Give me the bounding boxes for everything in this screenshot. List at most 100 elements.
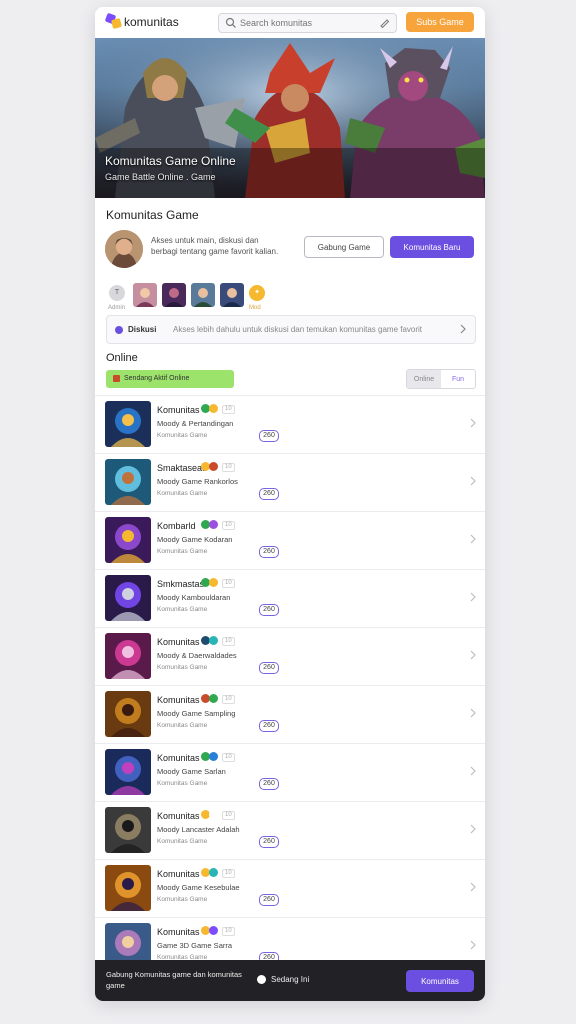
game-thumbnail-image [105, 633, 151, 679]
status-dot-icon [257, 975, 266, 985]
game-tag: 10 [222, 869, 235, 878]
game-thumbnail[interactable] [105, 575, 151, 621]
moderator-badge-icon[interactable]: ✦ [249, 285, 265, 301]
game-category: Komunitas Game [157, 490, 208, 497]
member-avatar[interactable] [162, 283, 186, 307]
notice-title: Diskusi [128, 325, 157, 334]
member-count-badge: 260 [259, 836, 279, 848]
game-description: Moody Lancaster Adalah [157, 825, 240, 834]
member-count-badge: 260 [259, 894, 279, 906]
logo[interactable]: komunitas [104, 12, 179, 30]
chevron-right-icon [470, 882, 476, 892]
notice-dot-icon [115, 326, 123, 334]
member-role-label: Mod [249, 305, 261, 311]
game-tag: 10 [222, 695, 235, 704]
member-avatar-image [162, 283, 186, 307]
search-box[interactable] [218, 13, 397, 33]
game-row[interactable]: Smkmastas 10 Moody Kambouldaran Komunita… [95, 569, 485, 627]
game-thumbnail[interactable] [105, 691, 151, 737]
game-category: Komunitas Game [157, 432, 208, 439]
game-thumbnail-image [105, 807, 151, 853]
game-category: Komunitas Game [157, 722, 208, 729]
member-avatar[interactable] [191, 283, 215, 307]
member-avatar[interactable] [133, 283, 157, 307]
logo-icon [104, 12, 123, 30]
member-role-label: Admin [108, 305, 126, 311]
game-description: Moody & Pertandingan [157, 419, 234, 428]
member-avatar-image [220, 283, 244, 307]
game-row[interactable]: Komunitas 10 Moody & Pertandingan Komuni… [95, 395, 485, 453]
game-row[interactable]: Komunitas 10 Moody Lancaster Adalah Komu… [95, 801, 485, 859]
game-description: Moody Game Sampling [157, 709, 236, 718]
game-thumbnail[interactable] [105, 633, 151, 679]
game-tag: 10 [222, 405, 235, 414]
member-count-badge: 260 [259, 662, 279, 674]
game-thumbnail[interactable] [105, 749, 151, 795]
hero-banner[interactable]: Komunitas Game Online Game Battle Online… [95, 38, 485, 198]
subscribe-button[interactable]: Subs Game [406, 12, 474, 32]
chevron-right-icon [460, 324, 466, 334]
game-row[interactable]: Komunitas 10 Moody Game Sarlan Komunitas… [95, 743, 485, 801]
badge-icon [209, 810, 218, 819]
online-title: Online [106, 352, 138, 364]
badge-icon [209, 636, 218, 645]
search-input[interactable] [240, 18, 370, 28]
filter-segment: Online Fun [406, 369, 476, 389]
game-tag: 10 [222, 811, 235, 820]
bottom-status[interactable]: Sedang Ini [257, 975, 310, 985]
join-game-button[interactable]: Gabung Game [304, 236, 384, 258]
game-description: Moody & Daerwaldades [157, 651, 237, 660]
badge-icon [209, 752, 218, 761]
notice-text: Akses lebih dahulu untuk diskusi dan tem… [173, 325, 423, 334]
game-description: Moody Game Kesebulae [157, 883, 240, 892]
game-row[interactable]: Smaktaseat 10 Moody Game Rankorlos Komun… [95, 453, 485, 511]
game-thumbnail[interactable] [105, 807, 151, 853]
new-community-button[interactable]: Komunitas Baru [390, 236, 474, 258]
game-description: Moody Kambouldaran [157, 593, 231, 602]
member-avatar-image [133, 283, 157, 307]
app-card: komunitas Subs Game [95, 7, 485, 1001]
community-avatar[interactable] [105, 230, 143, 268]
game-description: Game 3D Game Sarra [157, 941, 233, 950]
community-button[interactable]: Komunitas [406, 970, 474, 992]
segment-online[interactable]: Online [407, 370, 441, 388]
game-description: Moody Game Sarlan [157, 767, 226, 776]
notice-bar[interactable]: Diskusi Akses lebih dahulu untuk diskusi… [106, 315, 476, 344]
chevron-right-icon [470, 476, 476, 486]
game-thumbnail-image [105, 401, 151, 447]
segment-fun[interactable]: Fun [441, 370, 475, 388]
member-count-badge: 260 [259, 604, 279, 616]
bottom-status-label: Sedang Ini [271, 975, 310, 984]
logo-text: komunitas [124, 14, 179, 29]
game-title: Smaktaseat [157, 463, 205, 473]
game-row[interactable]: Komunitas 10 Moody Game Sampling Komunit… [95, 685, 485, 743]
game-title: Komunitas [157, 405, 200, 415]
member-initial-avatar[interactable]: T [109, 285, 125, 301]
game-thumbnail[interactable] [105, 517, 151, 563]
community-title: Komunitas Game [106, 208, 199, 222]
chevron-right-icon [470, 650, 476, 660]
member-avatar[interactable] [220, 283, 244, 307]
game-category: Komunitas Game [157, 838, 208, 845]
hero-subtitle: Game Battle Online . Game [105, 172, 216, 182]
game-thumbnail[interactable] [105, 401, 151, 447]
badge-icon [209, 926, 218, 935]
game-title: Komunitas [157, 869, 200, 879]
game-thumbnail-image [105, 517, 151, 563]
game-thumbnail[interactable] [105, 865, 151, 911]
badge-icon [209, 868, 218, 877]
game-tag: 10 [222, 927, 235, 936]
game-row[interactable]: Komunitas 10 Moody Game Kesebulae Komuni… [95, 859, 485, 917]
community-description: Akses untuk main, diskusi dan berbagi te… [151, 236, 279, 256]
online-status-badge[interactable]: Sendang Aktif Online [106, 370, 234, 388]
game-tag: 10 [222, 579, 235, 588]
game-thumbnail[interactable] [105, 459, 151, 505]
mic-icon[interactable] [379, 17, 390, 28]
badge-icon [209, 520, 218, 529]
game-row[interactable]: Kombarld 10 Moody Game Kodaran Komunitas… [95, 511, 485, 569]
game-tag: 10 [222, 637, 235, 646]
game-row[interactable]: Komunitas 10 Moody & Daerwaldades Komuni… [95, 627, 485, 685]
member-count-badge: 260 [259, 488, 279, 500]
game-title: Kombarld [157, 521, 196, 531]
members-row: T Admin ✦ Mod [106, 283, 276, 317]
